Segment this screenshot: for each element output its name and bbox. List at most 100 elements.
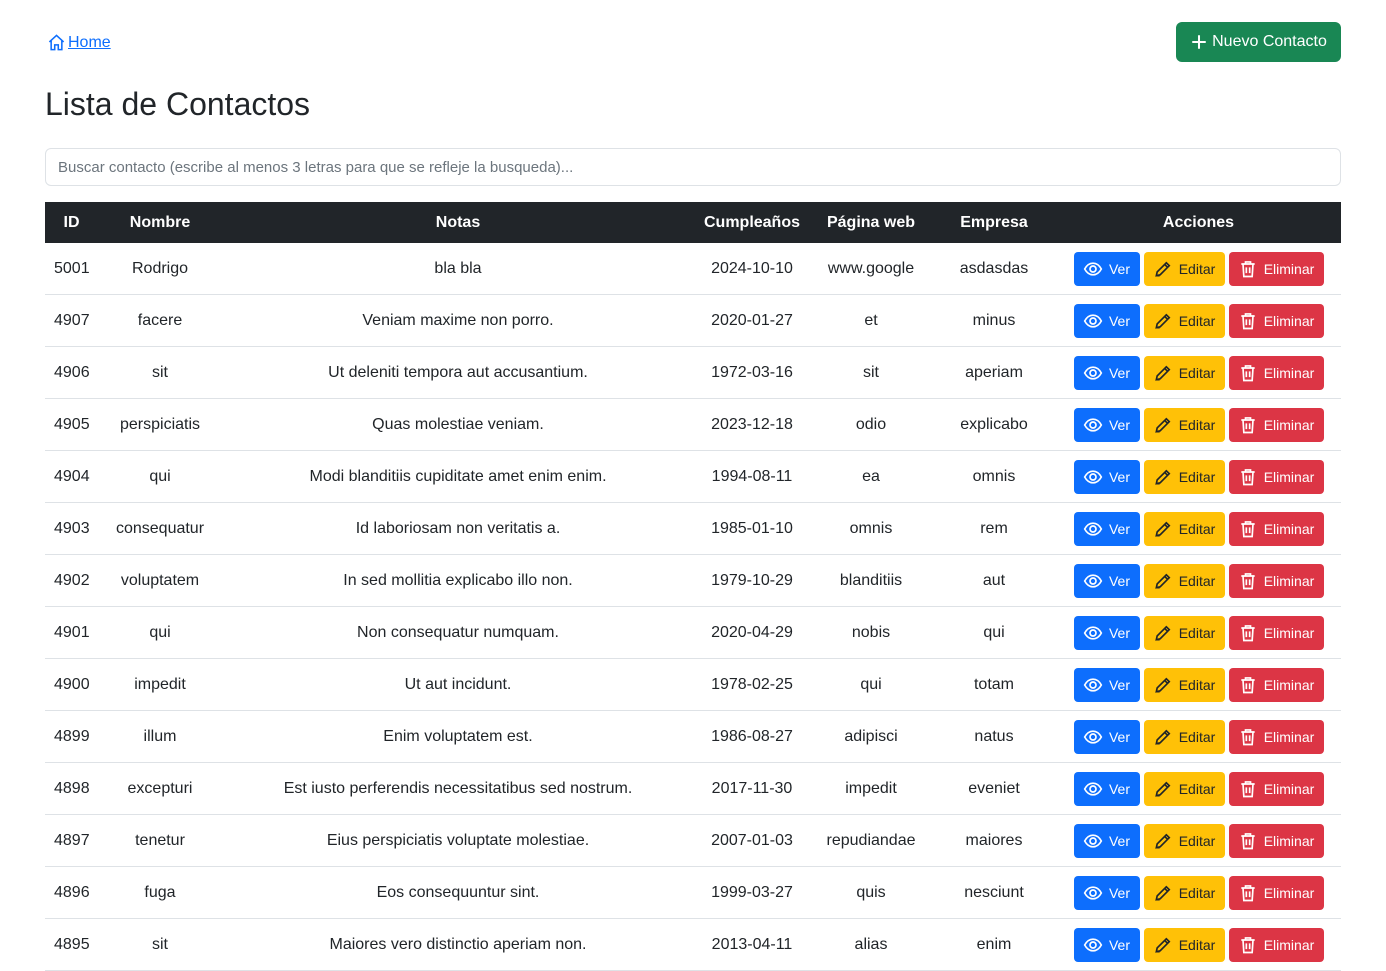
pencil-icon: [1153, 623, 1173, 643]
edit-button[interactable]: Editar: [1143, 615, 1225, 650]
edit-button[interactable]: Editar: [1143, 563, 1225, 598]
cell-id: 4897: [45, 814, 98, 867]
delete-button[interactable]: Eliminar: [1228, 719, 1324, 754]
delete-button[interactable]: Eliminar: [1228, 875, 1324, 910]
trash-icon: [1238, 623, 1258, 643]
cell-empresa: omnis: [932, 450, 1056, 503]
cell-cumpleanos: 1978-02-25: [694, 658, 810, 711]
col-header-pagina-web[interactable]: Página web: [810, 202, 932, 243]
cell-empresa: aut: [932, 554, 1056, 607]
delete-button[interactable]: Eliminar: [1228, 459, 1324, 494]
table-row: 4900 impedit Ut aut incidunt. 1978-02-25 qui…: [45, 658, 1341, 711]
view-button[interactable]: Ver: [1073, 927, 1140, 962]
top-bar: Home Nuevo Contacto: [45, 22, 1341, 62]
cell-cumpleanos: 2017-11-30: [694, 762, 810, 815]
cell-pagina-web: adipisci: [810, 710, 932, 763]
cell-notas: Id laboriosam non veritatis a.: [222, 502, 694, 555]
col-header-id[interactable]: ID: [45, 202, 98, 243]
view-button[interactable]: Ver: [1073, 563, 1140, 598]
cell-id: 4895: [45, 918, 98, 971]
house-icon: [47, 33, 68, 52]
view-button[interactable]: Ver: [1073, 407, 1140, 442]
view-label: Ver: [1108, 364, 1130, 381]
delete-button[interactable]: Eliminar: [1228, 407, 1324, 442]
row-actions: Ver Editar Eliminar: [1056, 563, 1341, 598]
view-button[interactable]: Ver: [1073, 875, 1140, 910]
cell-nombre: facere: [98, 294, 222, 347]
cell-nombre: voluptatem: [98, 554, 222, 607]
edit-button[interactable]: Editar: [1143, 823, 1225, 858]
edit-button[interactable]: Editar: [1143, 303, 1225, 338]
table-row: 5001 Rodrigo bla bla 2024-10-10 www.google as…: [45, 243, 1341, 295]
cell-cumpleanos: 2023-12-18: [694, 398, 810, 451]
col-header-nombre[interactable]: Nombre: [98, 202, 222, 243]
home-link[interactable]: Home: [47, 33, 111, 52]
cell-id: 5001: [45, 243, 98, 295]
col-header-empresa[interactable]: Empresa: [932, 202, 1056, 243]
delete-label: Eliminar: [1263, 832, 1315, 849]
edit-button[interactable]: Editar: [1143, 459, 1225, 494]
cell-nombre: consequatur: [98, 502, 222, 555]
trash-icon: [1238, 519, 1258, 539]
view-button[interactable]: Ver: [1073, 719, 1140, 754]
cell-nombre: illum: [98, 710, 222, 763]
search-input[interactable]: [45, 148, 1341, 186]
cell-empresa: minus: [932, 294, 1056, 347]
edit-button[interactable]: Editar: [1143, 875, 1225, 910]
row-actions: Ver Editar Eliminar: [1056, 615, 1341, 650]
edit-button[interactable]: Editar: [1143, 511, 1225, 546]
edit-label: Editar: [1178, 260, 1216, 277]
row-actions: Ver Editar Eliminar: [1056, 459, 1341, 494]
edit-button[interactable]: Editar: [1143, 251, 1225, 286]
new-contact-button[interactable]: Nuevo Contacto: [1176, 22, 1341, 62]
view-button[interactable]: Ver: [1073, 355, 1140, 390]
cell-id: 4898: [45, 762, 98, 815]
col-header-cumpleanos[interactable]: Cumpleaños: [694, 202, 810, 243]
delete-button[interactable]: Eliminar: [1228, 511, 1324, 546]
view-button[interactable]: Ver: [1073, 303, 1140, 338]
view-button[interactable]: Ver: [1073, 615, 1140, 650]
edit-button[interactable]: Editar: [1143, 927, 1225, 962]
edit-button[interactable]: Editar: [1143, 719, 1225, 754]
delete-button[interactable]: Eliminar: [1228, 303, 1324, 338]
delete-button[interactable]: Eliminar: [1228, 771, 1324, 806]
edit-label: Editar: [1178, 572, 1216, 589]
view-button[interactable]: Ver: [1073, 511, 1140, 546]
view-button[interactable]: Ver: [1073, 251, 1140, 286]
cell-id: 4901: [45, 606, 98, 659]
view-button[interactable]: Ver: [1073, 667, 1140, 702]
edit-label: Editar: [1178, 832, 1216, 849]
delete-button[interactable]: Eliminar: [1228, 667, 1324, 702]
edit-button[interactable]: Editar: [1143, 667, 1225, 702]
view-button[interactable]: Ver: [1073, 771, 1140, 806]
delete-button[interactable]: Eliminar: [1228, 355, 1324, 390]
table-row: 4906 sit Ut deleniti tempora aut accusanti…: [45, 346, 1341, 399]
edit-label: Editar: [1178, 468, 1216, 485]
delete-button[interactable]: Eliminar: [1228, 563, 1324, 598]
delete-label: Eliminar: [1263, 780, 1315, 797]
col-header-notas[interactable]: Notas: [222, 202, 694, 243]
edit-button[interactable]: Editar: [1143, 407, 1225, 442]
edit-button[interactable]: Editar: [1143, 771, 1225, 806]
table-body: 5001 Rodrigo bla bla 2024-10-10 www.google as…: [45, 243, 1341, 971]
delete-label: Eliminar: [1263, 936, 1315, 953]
cell-id: 4899: [45, 710, 98, 763]
cell-acciones: Ver Editar Eliminar: [1056, 658, 1341, 711]
delete-button[interactable]: Eliminar: [1228, 251, 1324, 286]
cell-nombre: tenetur: [98, 814, 222, 867]
cell-acciones: Ver Editar Eliminar: [1056, 450, 1341, 503]
delete-button[interactable]: Eliminar: [1228, 823, 1324, 858]
row-actions: Ver Editar Eliminar: [1056, 719, 1341, 754]
cell-empresa: aperiam: [932, 346, 1056, 399]
view-button[interactable]: Ver: [1073, 459, 1140, 494]
edit-button[interactable]: Editar: [1143, 355, 1225, 390]
cell-id: 4907: [45, 294, 98, 347]
cell-id: 4906: [45, 346, 98, 399]
view-button[interactable]: Ver: [1073, 823, 1140, 858]
cell-empresa: explicabo: [932, 398, 1056, 451]
delete-button[interactable]: Eliminar: [1228, 927, 1324, 962]
cell-acciones: Ver Editar Eliminar: [1056, 398, 1341, 451]
delete-button[interactable]: Eliminar: [1228, 615, 1324, 650]
cell-id: 4896: [45, 866, 98, 919]
delete-label: Eliminar: [1263, 416, 1315, 433]
